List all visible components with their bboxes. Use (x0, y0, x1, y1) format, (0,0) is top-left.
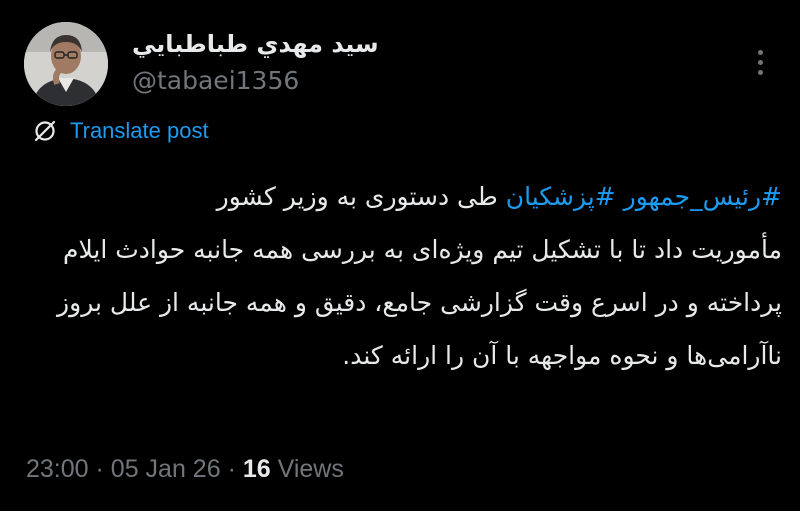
avatar-photo (24, 22, 108, 106)
tweet-date[interactable]: 05 Jan 26 (111, 455, 221, 483)
tweet-text-body: مأموریت داد تا با تشکیل تیم ویژه‌ای به ب… (57, 235, 782, 370)
author-handle[interactable]: @tabaei1356 (132, 66, 299, 95)
separator: · (95, 455, 104, 483)
tweet-meta: 23:00 · 05 Jan 26 · 16 Views (26, 455, 344, 484)
dot-icon (757, 49, 763, 55)
hashtag-link[interactable]: #رئیس_جمهور (624, 182, 782, 211)
more-options-button[interactable] (746, 44, 774, 80)
dot-icon (757, 59, 763, 65)
views-count: 16 (242, 455, 271, 483)
translate-post-button[interactable]: Translate post (32, 118, 209, 144)
translate-label: Translate post (70, 118, 209, 143)
tweet-text-line1: طی دستوری به وزیر کشور (216, 182, 506, 211)
tweet-time[interactable]: 23:00 (26, 455, 89, 483)
dot-icon (757, 69, 763, 75)
globe-off-icon (34, 120, 56, 142)
avatar[interactable] (24, 22, 108, 106)
separator: · (227, 455, 236, 483)
author-display-name[interactable]: سید مهدي طباطبايي (132, 30, 379, 58)
tweet-text: #رئیس_جمهور #پزشکیان طی دستوری به وزیر ک… (22, 170, 782, 382)
views-label: Views (277, 455, 344, 483)
hashtag-link[interactable]: #پزشکیان (506, 182, 616, 211)
